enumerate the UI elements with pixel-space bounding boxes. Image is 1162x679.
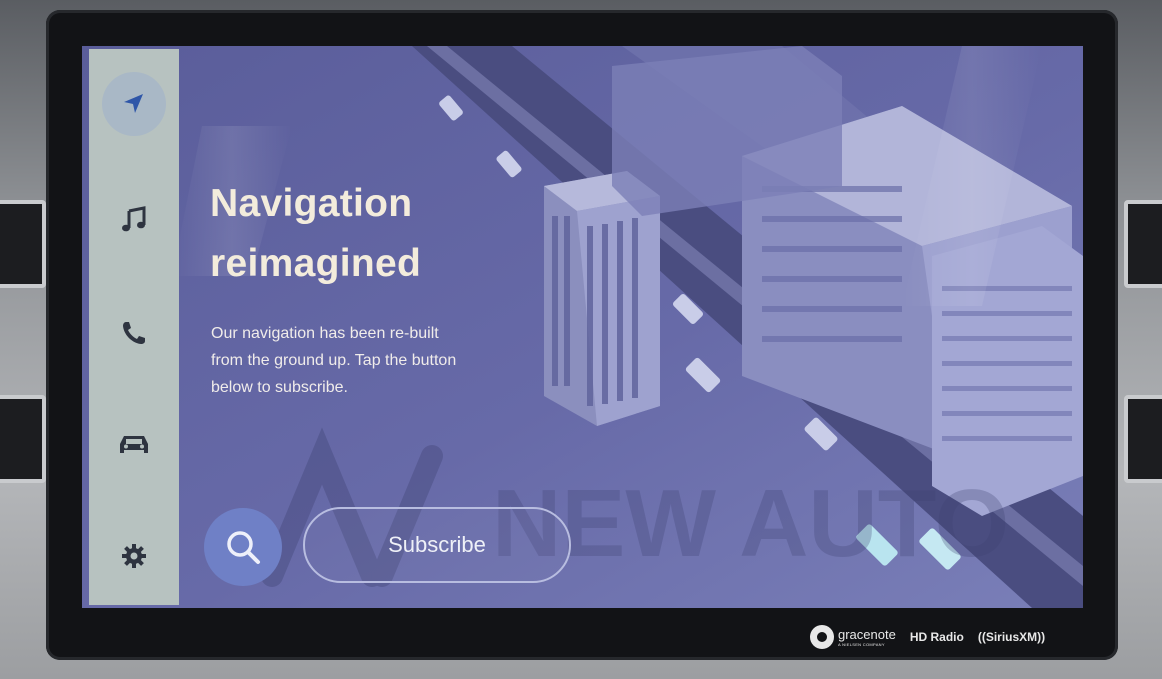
gracenote-mark-icon (810, 625, 834, 649)
air-vent-right-upper (1124, 200, 1162, 288)
search-button[interactable] (204, 508, 282, 586)
subscribe-button-label: Subscribe (388, 532, 486, 557)
car-icon (120, 436, 148, 453)
air-vent-right-lower (1124, 395, 1162, 483)
sidebar-item-vehicle[interactable] (89, 409, 179, 479)
page-title-line: reimagined (210, 242, 422, 285)
air-vent-left-upper (0, 200, 46, 288)
siriusxm-logo: ((SiriusXM)) (977, 630, 1046, 644)
brand-logos: gracenote A NIELSEN COMPANY HD Radio ((S… (810, 622, 1085, 652)
sidebar (89, 49, 179, 605)
subscribe-button[interactable]: Subscribe (303, 507, 571, 583)
music-note-icon (122, 206, 146, 232)
gracenote-text: gracenote (838, 626, 896, 642)
description-line: from the ground up. Tap the button (211, 352, 457, 369)
navigation-arrow-icon (124, 94, 143, 113)
gracenote-subtext: A NIELSEN COMPANY (838, 641, 885, 647)
sidebar-item-phone[interactable] (89, 298, 179, 368)
air-vent-left-lower (0, 395, 46, 483)
page-title: Navigation reimagined (210, 174, 421, 294)
active-indicator (102, 72, 166, 136)
phone-icon (123, 322, 145, 344)
search-icon (227, 531, 260, 564)
infotainment-screen: NEW AUTO Navigation reimagined Our navig… (82, 46, 1083, 608)
description-text: Our navigation has been re-built from th… (211, 320, 521, 401)
sidebar-item-music[interactable] (89, 185, 179, 255)
page-title-line: Navigation (210, 182, 413, 225)
gracenote-logo: gracenote A NIELSEN COMPANY (810, 625, 896, 649)
sidebar-item-settings[interactable] (89, 521, 179, 591)
description-line: below to subscribe. (211, 379, 348, 396)
hd-radio-logo: HD Radio (909, 630, 964, 644)
sidebar-item-navigation[interactable] (89, 69, 179, 139)
description-line: Our navigation has been re-built (211, 325, 439, 342)
settings-gear-icon (122, 544, 146, 568)
